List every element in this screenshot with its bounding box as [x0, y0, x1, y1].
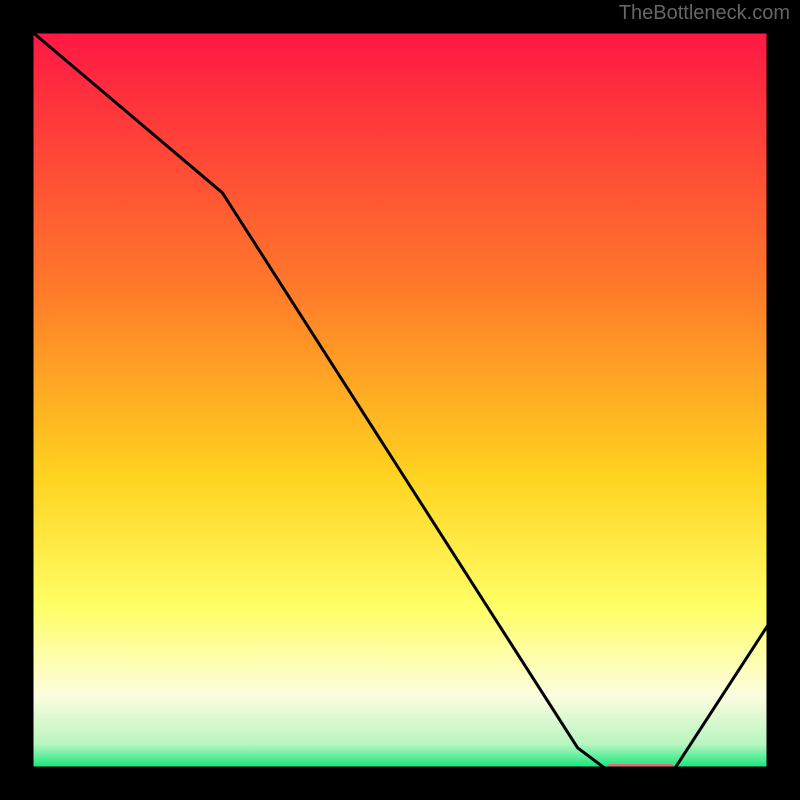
chart-svg: [30, 30, 770, 770]
gradient-background: [30, 30, 770, 770]
chart-container: TheBottleneck.com: [0, 0, 800, 800]
plot-area: [30, 30, 770, 770]
attribution-label: TheBottleneck.com: [619, 2, 790, 25]
